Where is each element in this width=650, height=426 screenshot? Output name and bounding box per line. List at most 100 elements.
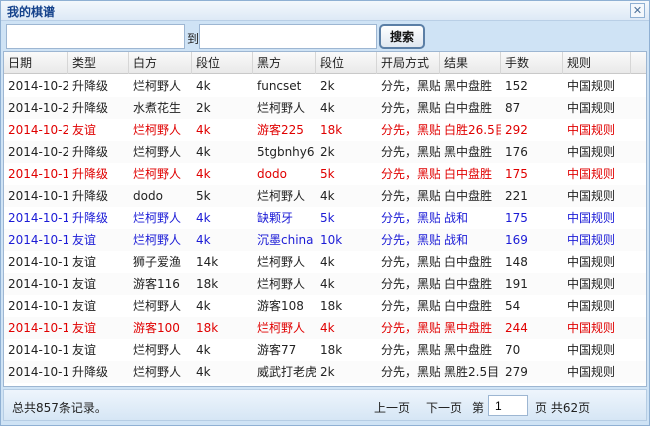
header-black[interactable]: 黑方 [253,52,316,74]
table-row[interactable]: 2014-10-2 友谊 烂柯野人 4k 游客225 18k 分先，黑贴 白胜26.5目 292… [4,119,646,141]
table-cell: 2014-10-1 [8,211,68,225]
table-cell: 152 [505,79,528,93]
table-row[interactable]: 2014-10-1 友谊 游客100 18k 烂柯野人 4k 分先，黑贴 黑中盘胜 244 中国规… [4,317,646,339]
header-white[interactable]: 白方 [129,52,192,74]
table-cell: 4k [320,189,335,203]
table-cell: 烂柯野人 [133,79,182,93]
table-cell: 10k [320,233,343,247]
table-cell: 中国规则 [567,79,616,93]
header-rules[interactable]: 规则 [563,52,631,74]
header-date[interactable]: 日期 [4,52,68,74]
table-cell: 烂柯野人 [133,167,182,181]
table-cell: 5tgbnhy6 [257,145,315,159]
table-cell: 狮子爱渔 [133,255,182,269]
table-cell: 分先，黑贴 [381,365,440,379]
game-records-window: 我的棋谱 ✕ 到 搜索 日期 类型 白方 段位 黑方 段位 开局方式 结果 手数 规则 2014-… [0,0,650,426]
table-cell: 14k [196,255,219,269]
table-cell: 2014-10-2 [8,145,68,159]
close-button[interactable]: ✕ [630,3,645,18]
table-cell: 4k [196,79,211,93]
table-row[interactable]: 2014-10-2 升降级 烂柯野人 4k 5tgbnhy6 2k 分先，黑贴 黑中盘胜 176… [4,141,646,163]
page-number-input[interactable] [488,395,528,416]
table-cell: 18k [320,299,343,313]
table-row[interactable]: 2014-10-1 友谊 烂柯野人 4k 游客77 18k 分先，黑贴 黑中盘胜 70 中国规则 [4,339,646,361]
table-cell: 分先，黑贴 [381,343,440,357]
table-cell: 中国规则 [567,321,616,335]
table-cell: 中国规则 [567,145,616,159]
table-cell: 分先，黑贴 [381,299,440,313]
table-row[interactable]: 2014-10-1 友谊 狮子爱渔 14k 烂柯野人 4k 分先，黑贴 白中盘胜 148 中国规则 [4,251,646,273]
table-cell: 2014-10-2 [8,123,68,137]
table-cell: 5k [320,211,335,225]
table-cell: 威武打老虎 [257,365,316,379]
table-cell: 白胜26.5目 [444,123,501,137]
table-cell: 升降级 [72,145,109,159]
table-cell: 4k [196,365,211,379]
table-cell: 友谊 [72,321,97,335]
table-cell: 游客108 [257,299,304,313]
table-cell: 4k [320,101,335,115]
header-opening[interactable]: 开局方式 [377,52,440,74]
table-cell: 升降级 [72,189,109,203]
header-black-rank[interactable]: 段位 [316,52,377,74]
end-date-input[interactable] [199,24,377,49]
table-cell: 中国规则 [567,167,616,181]
table-cell: 2014-10-1 [8,255,68,269]
table-cell: 中国规则 [567,189,616,203]
table-cell: 2k [320,365,335,379]
next-page-link[interactable]: 下一页 [426,399,462,416]
header-white-rank[interactable]: 段位 [192,52,253,74]
table-cell: 169 [505,233,528,247]
table-cell: 友谊 [72,255,97,269]
table-cell: 分先，黑贴 [381,233,440,247]
table-row[interactable]: 2014-10-1 升降级 烂柯野人 4k dodo 5k 分先，黑贴 白中盘胜 175 中国规则 [4,163,646,185]
table-cell: 缺颗牙 [257,211,294,225]
table-cell: 18k [196,277,219,291]
title-bar: 我的棋谱 ✕ [1,1,649,21]
table-cell: 4k [196,211,211,225]
search-bar: 到 搜索 [3,22,647,51]
table-cell: 黑中盘胜 [444,79,493,93]
table-cell: 18k [196,321,219,335]
table-cell: 87 [505,101,521,115]
table-cell: 54 [505,299,521,313]
table-cell: 4k [196,233,211,247]
table-cell: 友谊 [72,343,97,357]
header-type[interactable]: 类型 [68,52,129,74]
table-cell: 2k [196,101,211,115]
table-cell: 烂柯野人 [133,145,182,159]
table-header: 日期 类型 白方 段位 黑方 段位 开局方式 结果 手数 规则 [4,52,646,74]
table-row[interactable]: 2014-10-2 升降级 水煮花生 2k 烂柯野人 4k 分先，黑贴 白中盘胜 87 中国规则 [4,97,646,119]
table-cell: 烂柯野人 [257,277,306,291]
pagination-bar: 总共857条记录。 上一页 下一页 第 页 共62页 [3,389,647,421]
table-cell: 黑胜2.5目 [444,365,500,379]
table-cell: 升降级 [72,101,109,115]
table-cell: 白中盘胜 [444,101,493,115]
table-cell: 148 [505,255,528,269]
table-row[interactable]: 2014-10-1 升降级 烂柯野人 4k 威武打老虎 2k 分先，黑贴 黑胜2.5目 279 中… [4,361,646,383]
table-cell: 5k [320,167,335,181]
start-date-input[interactable] [6,24,185,49]
table-cell: 友谊 [72,123,97,137]
table-cell: 2014-10-1 [8,343,68,357]
table-row[interactable]: 2014-10-1 升降级 dodo 5k 烂柯野人 4k 分先，黑贴 白中盘胜 221 中国规则 [4,185,646,207]
table-cell: 2k [320,79,335,93]
table-cell: 分先，黑贴 [381,277,440,291]
table-row[interactable]: 2014-10-1 友谊 游客116 18k 烂柯野人 4k 分先，黑贴 白中盘胜 191 中国规… [4,273,646,295]
header-result[interactable]: 结果 [440,52,501,74]
prev-page-link[interactable]: 上一页 [374,399,410,416]
table-cell: 中国规则 [567,343,616,357]
table-row[interactable]: 2014-10-1 友谊 烂柯野人 4k 游客108 18k 分先，黑贴 白中盘胜 54 中国规则 [4,295,646,317]
table-cell: 黑中盘胜 [444,145,493,159]
table-cell: 白中盘胜 [444,277,493,291]
table-row[interactable]: 2014-10-1 友谊 烂柯野人 4k 沉墨china 10k 分先，黑贴 战和 169 中国规… [4,229,646,251]
table-cell: 分先，黑贴 [381,321,440,335]
table-row[interactable]: 2014-10-1 升降级 烂柯野人 4k 缺颗牙 5k 分先，黑贴 战和 175 中国规则 [4,207,646,229]
search-button[interactable]: 搜索 [379,24,425,49]
header-moves[interactable]: 手数 [501,52,563,74]
table-cell: 升降级 [72,365,109,379]
table-row[interactable]: 2014-10-2 升降级 烂柯野人 4k funcset 2k 分先，黑贴 黑中盘胜 152 中… [4,75,646,97]
table-cell: 中国规则 [567,255,616,269]
table-cell: 292 [505,123,528,137]
table-cell: 中国规则 [567,211,616,225]
